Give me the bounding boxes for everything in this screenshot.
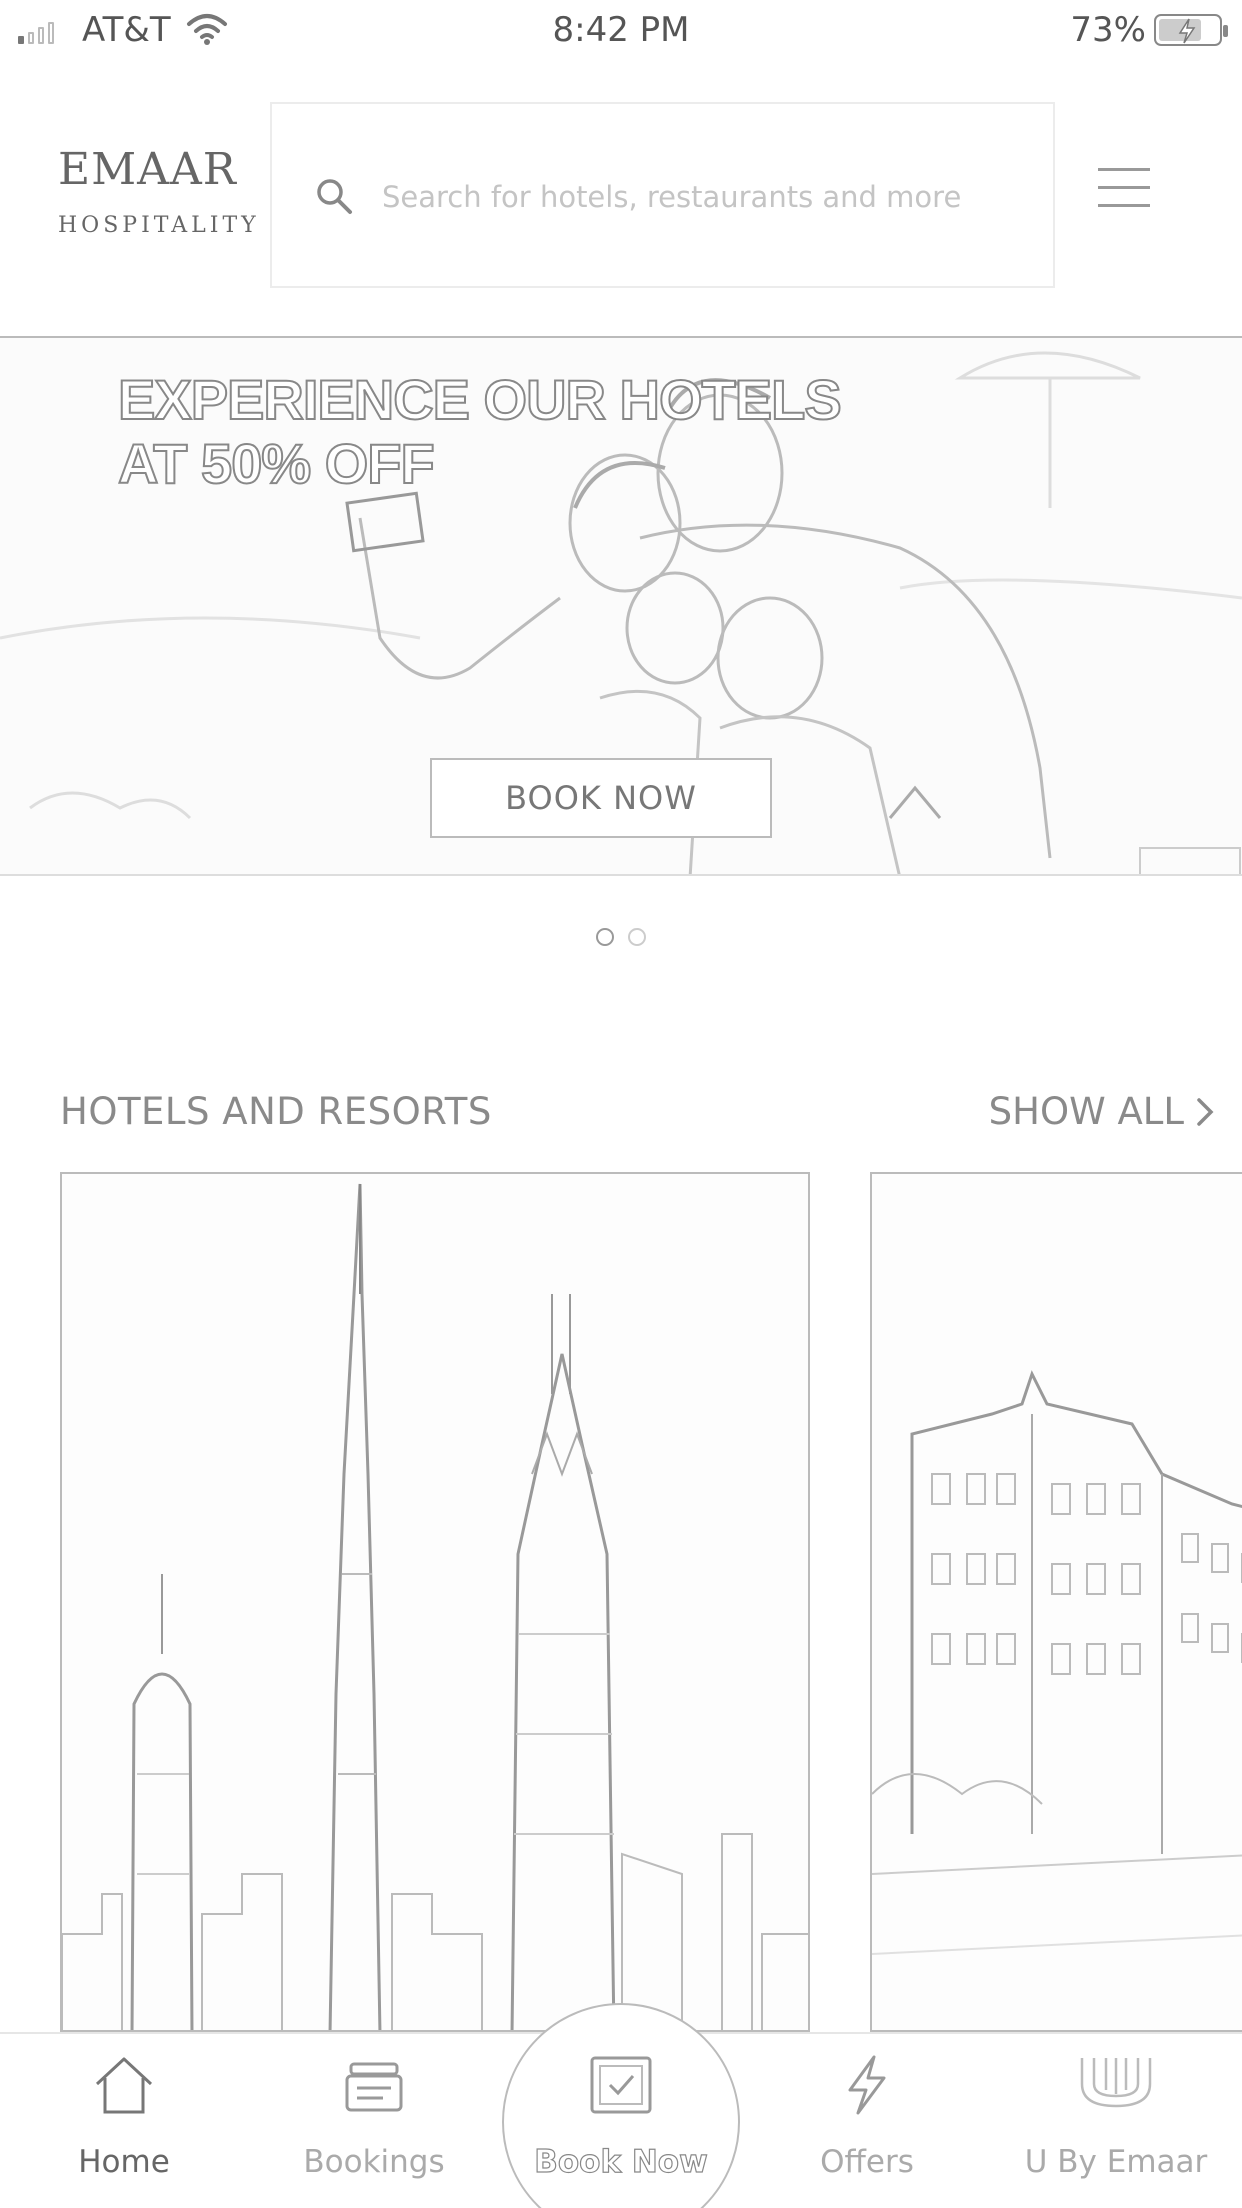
book-now-icon (497, 2054, 745, 2116)
hotel-building-image (872, 1174, 1242, 2030)
app-screen: AT&T 8:42 PM 73% EMAAR HOSPITALITY Searc… (0, 0, 1242, 2208)
hotel-card[interactable] (870, 1172, 1242, 2032)
promo-banner[interactable]: EXPERIENCE OUR HOTELS AT 50% OFF BOOK NO… (0, 336, 1242, 876)
status-time: 8:42 PM (552, 10, 690, 50)
tab-home[interactable]: Home (0, 2032, 248, 2208)
tab-label: Offers (820, 2144, 914, 2180)
banner-headline-line-1: EXPERIENCE OUR HOTELS (117, 367, 843, 432)
show-all-link[interactable]: SHOW ALL (989, 1090, 1214, 1133)
battery-charging-icon (1154, 14, 1228, 46)
book-now-button[interactable]: BOOK NOW (430, 758, 772, 838)
brand-name: EMAAR (58, 144, 237, 195)
u-by-emaar-icon (992, 2054, 1240, 2110)
skyline-image (62, 1174, 808, 2030)
tab-label: U By Emaar (1024, 2144, 1208, 2180)
bookings-icon (250, 2054, 498, 2116)
brand-subtitle: HOSPITALITY (58, 213, 260, 238)
tab-label: Home (78, 2144, 170, 2180)
brand-logo[interactable]: EMAAR HOSPITALITY (58, 144, 260, 239)
banner-headline-line-2: AT 50% OFF (117, 431, 436, 496)
carousel-pagination[interactable] (0, 928, 1242, 946)
tab-label: Bookings (303, 2144, 445, 2180)
hamburger-menu-icon[interactable] (1098, 168, 1150, 220)
status-bar: AT&T 8:42 PM 73% (0, 0, 1242, 60)
battery-percent: 73% (1070, 10, 1146, 50)
home-icon (0, 2054, 248, 2116)
carousel-dot-1[interactable] (596, 928, 614, 946)
banner-headline: EXPERIENCE OUR HOTELS AT 50% OFF (117, 367, 843, 496)
tab-label: Book Now (534, 2143, 709, 2180)
section-title: HOTELS AND RESORTS (60, 1090, 492, 1133)
bolt-icon (1178, 18, 1196, 44)
chevron-right-icon (1197, 1097, 1214, 1126)
tab-bookings[interactable]: Bookings (250, 2032, 498, 2208)
tab-offers[interactable]: Offers (743, 2032, 991, 2208)
tab-u-by-emaar[interactable]: U By Emaar (992, 2032, 1240, 2208)
search-icon (314, 176, 354, 220)
hotel-card[interactable] (60, 1172, 810, 2032)
show-all-label: SHOW ALL (988, 1090, 1184, 1133)
lightning-icon (743, 2054, 991, 2116)
tab-book-now[interactable]: Book Now (497, 2032, 745, 2208)
search-input[interactable] (382, 174, 1022, 220)
search-bar[interactable] (270, 102, 1055, 288)
carousel-dot-2[interactable] (628, 928, 646, 946)
